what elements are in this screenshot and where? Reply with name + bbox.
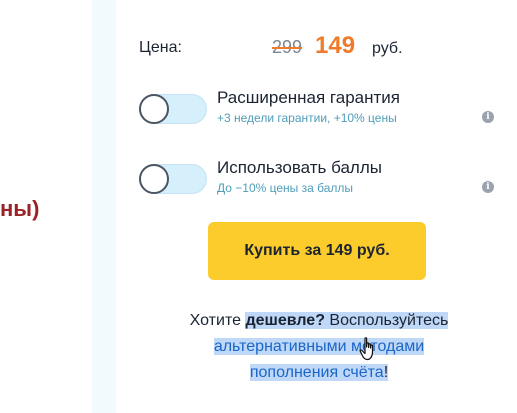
- warranty-title: Расширенная гарантия: [217, 88, 400, 107]
- alternative-methods-link[interactable]: альтернативными методами: [213, 338, 425, 355]
- old-price: 299: [272, 37, 303, 57]
- toggle-knob: [139, 94, 169, 124]
- warranty-subtitle: +3 недели гарантии, +10% цены: [217, 111, 397, 125]
- price-row: Цена: 299 149 руб.: [139, 32, 479, 59]
- hand-pointer-icon: [359, 337, 374, 361]
- new-price: 149: [315, 32, 356, 59]
- hint-after-bold: Воспользуйтесь: [324, 312, 449, 329]
- points-toggle[interactable]: [139, 164, 207, 194]
- cheaper-hint: Хотите дешевле? Воспользуйтесь альтернат…: [139, 308, 499, 386]
- hint-suffix: !: [383, 364, 389, 381]
- price-label: Цена:: [139, 39, 182, 56]
- points-title: Использовать баллы: [217, 158, 382, 177]
- option-extended-warranty: Расширенная гарантия +3 недели гарантии,…: [139, 88, 499, 132]
- info-icon[interactable]: i: [482, 111, 494, 123]
- hint-prefix: Хотите: [189, 312, 246, 329]
- price-currency: руб.: [372, 40, 403, 57]
- warranty-toggle[interactable]: [139, 94, 207, 124]
- hint-bold-word: дешевле?: [245, 312, 325, 329]
- option-use-points: Использовать баллы До −10% цены за баллы…: [139, 158, 499, 202]
- buy-button[interactable]: Купить за 149 руб.: [208, 222, 426, 280]
- top-up-link[interactable]: пополнения счёта: [249, 364, 384, 381]
- toggle-knob: [139, 164, 169, 194]
- left-heading-fragment: ны): [0, 196, 40, 221]
- info-icon[interactable]: i: [482, 181, 494, 193]
- points-subtitle: До −10% цены за баллы: [217, 181, 354, 195]
